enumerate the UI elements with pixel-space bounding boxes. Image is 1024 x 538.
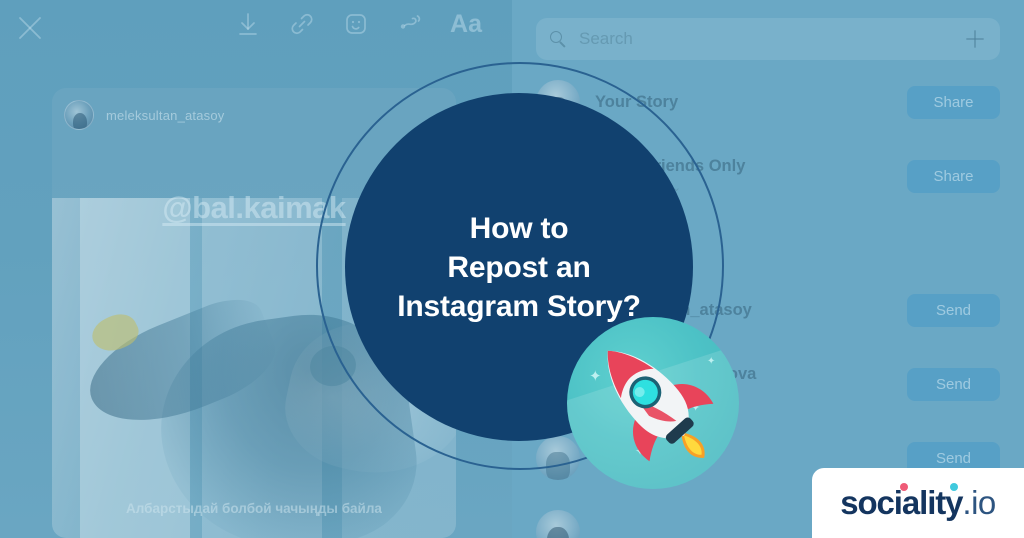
download-icon[interactable]: [234, 10, 262, 38]
story-author: meleksultan_atasoy: [64, 100, 225, 130]
headline-line-1: How to: [469, 211, 569, 245]
sticker-icon[interactable]: [342, 10, 370, 38]
add-icon[interactable]: [964, 28, 986, 50]
draw-icon[interactable]: [396, 10, 424, 38]
story-caption: Албарстыдай болбой чачыңды байла: [126, 501, 382, 516]
search-placeholder: Search: [579, 29, 633, 48]
share-button[interactable]: Share: [907, 85, 1000, 119]
rocket-icon: [607, 350, 714, 462]
story-username: meleksultan_atasoy: [106, 107, 225, 123]
text-tool[interactable]: Aa: [450, 11, 482, 37]
send-button[interactable]: Send: [907, 293, 1000, 327]
headline-line-2: Repost an: [447, 250, 591, 284]
headline-line-3: Instagram Story?: [397, 289, 641, 323]
logo-wordmark: sociality.io: [840, 483, 996, 522]
close-icon[interactable]: [14, 12, 46, 44]
poster-canvas: meleksultan_atasoy @bal.kaimak Албарстыд…: [0, 0, 1024, 538]
brand-logo: sociality.io: [812, 468, 1024, 538]
link-icon[interactable]: [288, 10, 316, 38]
toolbar-actions: Aa: [234, 10, 482, 38]
share-button[interactable]: Share: [907, 159, 1000, 193]
logo-suffix: .io: [962, 484, 996, 521]
avatar: [64, 100, 94, 130]
send-button[interactable]: Send: [907, 367, 1000, 401]
avatar: [536, 510, 580, 538]
search-icon: [550, 30, 567, 48]
search-input[interactable]: Search: [536, 18, 1000, 60]
story-editor-toolbar: Aa: [0, 0, 512, 58]
rocket-badge: ✦ ✦ ✦ ✦: [567, 317, 739, 489]
